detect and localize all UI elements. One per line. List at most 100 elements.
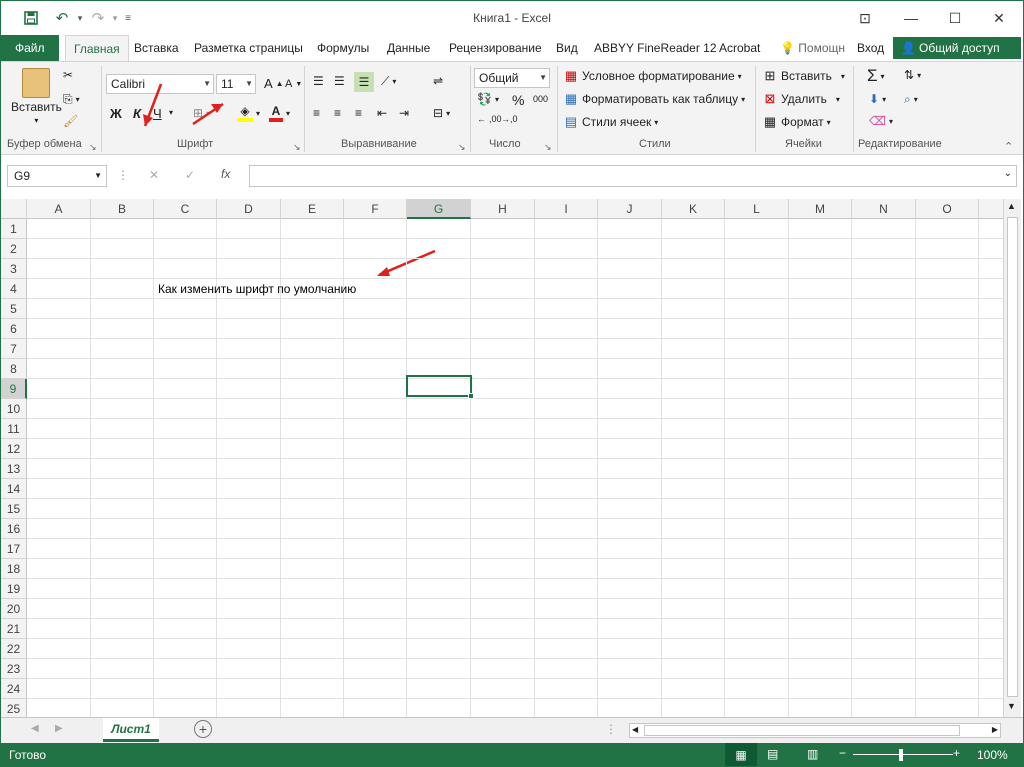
row-header-11[interactable]: 11 [1,419,27,439]
row-header-7[interactable]: 7 [1,339,27,359]
row-header-10[interactable]: 10 [1,399,27,419]
row-header-5[interactable]: 5 [1,299,27,319]
maximize-button[interactable]: ☐ [933,5,977,31]
fill-handle[interactable] [468,393,474,399]
column-header-m[interactable]: M [789,199,852,219]
enter-icon[interactable]: ✓ [185,168,195,182]
alignment-launcher-icon[interactable]: ↘ [458,142,466,153]
column-header-k[interactable]: K [662,199,725,219]
accounting-format-icon[interactable]: 💱 ▾ [477,92,499,106]
row-header-1[interactable]: 1 [1,219,27,239]
sheet-tab-list1[interactable]: Лист1 [103,718,159,742]
row-header-4[interactable]: 4 [1,279,27,299]
column-header-l[interactable]: L [725,199,789,219]
zoom-in-icon[interactable]: + [953,746,960,760]
cell-c4[interactable]: Как изменить шрифт по умолчанию [158,279,356,299]
worksheet-grid[interactable]: ABCDEFGHIJKLMNO ▲ ▼ 1 2 3 4 5 6 7 8 9 10 11 12 13 14 1… [1,199,1023,717]
horizontal-scrollbar[interactable]: ◀ ▶ [629,723,1001,738]
zoom-out-icon[interactable]: − [839,746,846,760]
zoom-slider[interactable] [853,754,953,755]
increase-indent-icon[interactable]: ⇥ [399,106,409,120]
cell-styles-button[interactable]: ▤ Стили ячеек ▾ [563,114,658,130]
row-header-6[interactable]: 6 [1,319,27,339]
tab-abbyy[interactable]: ABBYY FineReader 12 [594,35,717,61]
number-format-combo[interactable]: Общий ▼ [474,68,550,88]
minimize-button[interactable]: — [889,5,933,31]
autosum-icon[interactable]: Σ ▾ [867,66,885,86]
column-header-j[interactable]: J [598,199,662,219]
row-header-18[interactable]: 18 [1,559,27,579]
insert-function-icon[interactable]: fx [221,167,230,181]
align-left-icon[interactable]: ≡ [313,106,320,120]
fill-icon[interactable]: ⬇ ▾ [869,92,886,106]
tab-acrobat[interactable]: Acrobat [719,35,760,61]
scroll-sheets-left-icon[interactable]: ◀ [31,723,39,734]
column-header-b[interactable]: B [91,199,154,219]
selected-cell-g9[interactable] [406,375,474,399]
row-header-15[interactable]: 15 [1,499,27,519]
percent-button[interactable]: % [512,92,524,108]
row-header-9[interactable]: 9 [1,379,27,399]
row-header-13[interactable]: 13 [1,459,27,479]
decrease-indent-icon[interactable]: ⇤ [377,106,387,120]
row-header-8[interactable]: 8 [1,359,27,379]
tab-home[interactable]: Главная [65,35,129,61]
increase-decimal-button[interactable]: ← ,00 [477,114,502,124]
column-header-n[interactable]: N [852,199,916,219]
tab-insert[interactable]: Вставка [134,35,179,61]
tab-file[interactable]: Файл [1,35,59,61]
expand-formula-bar-icon[interactable]: ⌄ [1004,168,1012,179]
scroll-right-icon[interactable]: ▶ [992,725,998,734]
sort-filter-icon[interactable]: ⇅ ▾ [904,68,921,82]
insert-cells-button[interactable]: ⊞ Вставить ▾ [762,68,845,84]
select-all-corner[interactable] [1,199,27,219]
row-header-20[interactable]: 20 [1,599,27,619]
tab-page-layout[interactable]: Разметка страницы [194,35,303,61]
close-button[interactable]: ✕ [977,5,1021,31]
zoom-slider-thumb[interactable] [899,749,903,761]
column-header-f[interactable]: F [344,199,407,219]
page-break-view-icon[interactable]: ▥ [807,747,818,761]
tab-data[interactable]: Данные [387,35,430,61]
clear-icon[interactable]: ⌫ ▾ [869,114,893,128]
merge-center-icon[interactable]: ⊟ ▾ [433,106,450,120]
column-header-e[interactable]: E [281,199,344,219]
align-bottom-icon[interactable]: ☰ [354,72,374,92]
tab-formulas[interactable]: Формулы [317,35,369,61]
align-right-icon[interactable]: ≡ [355,106,362,120]
name-box[interactable]: G9 ▼ [7,165,107,187]
scroll-thumb[interactable] [1007,217,1018,697]
format-painter-icon[interactable]: 🖌 [63,114,78,128]
copy-icon[interactable]: ⎘ ▾ [63,92,80,107]
row-header-17[interactable]: 17 [1,539,27,559]
number-launcher-icon[interactable]: ↘ [544,142,552,153]
zoom-level[interactable]: 100% [977,748,1008,762]
share-button[interactable]: 👤 Общий доступ [893,37,1021,59]
formula-input[interactable]: ⌄ [249,165,1017,187]
delete-cells-button[interactable]: ⊠ Удалить ▾ [762,91,840,107]
row-header-22[interactable]: 22 [1,639,27,659]
grow-font-button[interactable]: A ▲ [264,76,284,91]
thousands-button[interactable]: 000 [533,94,548,104]
column-header-g[interactable]: G [407,199,471,219]
row-header-14[interactable]: 14 [1,479,27,499]
format-as-table-button[interactable]: ▦ Форматировать как таблицу ▾ [563,91,745,107]
row-header-19[interactable]: 19 [1,579,27,599]
scroll-up-icon[interactable]: ▲ [1007,201,1016,211]
page-layout-view-icon[interactable]: ▤ [767,747,778,761]
ribbon-display-options-icon[interactable]: ⊡ [843,5,887,31]
wrap-text-icon[interactable]: ⇌ [433,74,443,88]
row-header-12[interactable]: 12 [1,439,27,459]
format-cells-button[interactable]: ▦ Формат ▾ [762,114,831,130]
row-header-21[interactable]: 21 [1,619,27,639]
tell-me-box[interactable]: 💡 Помощн [780,35,845,61]
row-header-2[interactable]: 2 [1,239,27,259]
font-launcher-icon[interactable]: ↘ [293,142,301,153]
normal-view-icon[interactable]: ▦ [725,743,757,766]
find-select-icon[interactable]: ⌕ ▾ [904,92,918,107]
column-header-a[interactable]: A [27,199,91,219]
clipboard-launcher-icon[interactable]: ↘ [89,142,97,153]
font-color-button[interactable]: A ▾ [269,104,290,122]
decrease-decimal-button[interactable]: →,0 [501,114,518,124]
conditional-formatting-button[interactable]: ▦ Условное форматирование ▾ [563,68,742,84]
